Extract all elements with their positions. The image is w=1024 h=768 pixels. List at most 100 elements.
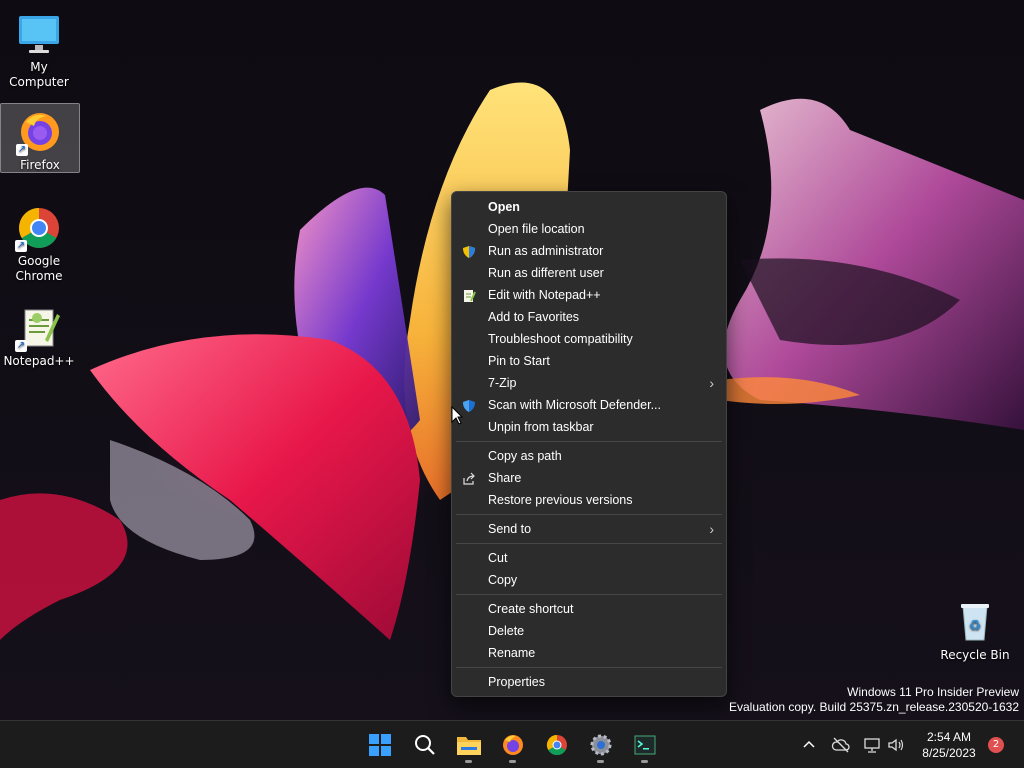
tray-overflow-button[interactable] — [799, 735, 819, 755]
menu-item-label: Properties — [488, 675, 545, 689]
menu-item-run-as-different-user[interactable]: Run as different user — [452, 262, 726, 284]
menu-item-edit-with-notepadpp[interactable]: Edit with Notepad++ — [452, 284, 726, 306]
start-icon — [369, 734, 391, 756]
menu-item-open[interactable]: Open — [452, 196, 726, 218]
chevron-right-icon: › — [709, 375, 714, 391]
desktop-icon-label: Firefox — [20, 158, 60, 172]
menu-item-restore-previous-versions[interactable]: Restore previous versions — [452, 489, 726, 511]
notepadpp-icon: ↗ — [15, 304, 63, 352]
menu-item-run-as-administrator[interactable]: Run as administrator — [452, 240, 726, 262]
menu-item-send-to[interactable]: Send to › — [452, 518, 726, 540]
speaker-icon — [888, 738, 904, 752]
mouse-pointer-icon — [451, 406, 463, 425]
taskbar-firefox[interactable] — [495, 727, 531, 763]
search-button[interactable] — [407, 727, 443, 763]
tray-onedrive[interactable] — [831, 735, 851, 755]
desktop-icon-google-chrome[interactable]: ↗ Google Chrome — [0, 200, 78, 284]
menu-item-label: Copy as path — [488, 449, 562, 463]
menu-item-label: Cut — [488, 551, 508, 565]
windows-watermark: Windows 11 Pro Insider Preview Evaluatio… — [729, 685, 1019, 715]
desktop-icon-notepadpp[interactable]: ↗ Notepad++ — [0, 300, 78, 369]
taskbar-chrome[interactable] — [539, 727, 575, 763]
watermark-edition: Windows 11 Pro Insider Preview — [847, 685, 1019, 699]
settings-icon — [590, 734, 612, 756]
network-icon — [864, 738, 880, 753]
terminal-icon — [634, 735, 656, 755]
taskbar-file-explorer[interactable] — [451, 727, 487, 763]
menu-item-copy[interactable]: Copy — [452, 569, 726, 591]
menu-item-scan-with-defender[interactable]: Scan with Microsoft Defender... — [452, 394, 726, 416]
chevron-up-icon — [803, 740, 815, 748]
menu-item-label: Rename — [488, 646, 536, 660]
menu-item-open-file-location[interactable]: Open file location — [452, 218, 726, 240]
desktop-icon-label: Notepad++ — [3, 354, 75, 368]
menu-item-label: Troubleshoot compatibility — [488, 332, 633, 346]
menu-separator — [456, 543, 722, 544]
taskbar-settings[interactable] — [583, 727, 619, 763]
menu-item-share[interactable]: Share — [452, 467, 726, 489]
desktop-icon-firefox[interactable]: ↗ Firefox — [0, 103, 80, 173]
uac-shield-icon — [462, 244, 476, 258]
menu-item-label: Run as different user — [488, 266, 604, 280]
menu-item-delete[interactable]: Delete — [452, 620, 726, 642]
monitor-icon — [15, 10, 63, 58]
menu-item-create-shortcut[interactable]: Create shortcut — [452, 598, 726, 620]
notification-badge[interactable]: 2 — [988, 737, 1004, 753]
file-explorer-icon — [457, 737, 481, 755]
menu-item-label: Share — [488, 471, 522, 485]
menu-item-label: Delete — [488, 624, 525, 638]
menu-separator — [456, 667, 722, 668]
svg-text:♻: ♻ — [969, 618, 982, 634]
shortcut-arrow-icon: ↗ — [16, 144, 28, 156]
taskbar-clock[interactable]: 2:54 AM 8/25/2023 — [912, 729, 986, 761]
menu-separator — [456, 441, 722, 442]
menu-item-label: Unpin from taskbar — [488, 420, 594, 434]
menu-item-label: Open file location — [488, 222, 585, 236]
clock-time: 2:54 AM — [926, 730, 972, 744]
menu-item-label: Edit with Notepad++ — [488, 288, 601, 302]
watermark-build: Evaluation copy. Build 25375.zn_release.… — [729, 700, 1019, 714]
running-indicator — [597, 760, 604, 763]
firefox-icon: ↗ — [16, 108, 64, 156]
menu-item-properties[interactable]: Properties — [452, 671, 726, 693]
menu-item-add-to-favorites[interactable]: Add to Favorites — [452, 306, 726, 328]
chrome-icon — [546, 734, 567, 756]
running-indicator — [509, 760, 516, 763]
taskbar-terminal[interactable] — [627, 727, 663, 763]
start-button[interactable] — [362, 727, 398, 763]
clock-date: 8/25/2023 — [922, 746, 976, 760]
desktop-icon-recycle-bin[interactable]: ♻ Recycle Bin — [936, 594, 1014, 663]
menu-item-cut[interactable]: Cut — [452, 547, 726, 569]
running-indicator — [465, 760, 472, 763]
tray-volume[interactable] — [886, 735, 906, 755]
menu-item-label: Open — [488, 200, 520, 214]
tray-network[interactable] — [862, 735, 882, 755]
running-indicator — [641, 760, 648, 763]
desktop-icon-my-computer[interactable]: My Computer — [0, 6, 78, 90]
menu-item-label: Create shortcut — [488, 602, 574, 616]
menu-item-pin-to-start[interactable]: Pin to Start — [452, 350, 726, 372]
menu-item-troubleshoot-compatibility[interactable]: Troubleshoot compatibility — [452, 328, 726, 350]
search-icon — [415, 735, 435, 755]
defender-icon — [462, 398, 476, 412]
menu-item-rename[interactable]: Rename — [452, 642, 726, 664]
menu-item-7zip[interactable]: 7-Zip › — [452, 372, 726, 394]
menu-separator — [456, 514, 722, 515]
menu-item-label: Add to Favorites — [488, 310, 580, 324]
context-menu: Open Open file location Run as administr… — [451, 191, 727, 697]
menu-item-label: Run as administrator — [488, 244, 604, 258]
shortcut-arrow-icon: ↗ — [15, 340, 27, 352]
menu-item-label: 7-Zip — [488, 376, 517, 390]
chrome-icon: ↗ — [15, 204, 63, 252]
taskbar: 2:54 AM 8/25/2023 2 — [0, 720, 1024, 768]
desktop-icon-label: Google Chrome — [15, 254, 63, 283]
menu-item-label: Scan with Microsoft Defender... — [488, 398, 661, 412]
chevron-right-icon: › — [709, 521, 714, 537]
recycle-bin-icon: ♻ — [951, 598, 999, 646]
menu-separator — [456, 594, 722, 595]
desktop-icon-label: Recycle Bin — [940, 648, 1010, 662]
menu-item-label: Send to — [488, 522, 532, 536]
desktop[interactable]: My Computer ↗ Firefox ↗ Google Chrome ↗ … — [0, 0, 1024, 720]
menu-item-unpin-from-taskbar[interactable]: Unpin from taskbar — [452, 416, 726, 438]
menu-item-copy-as-path[interactable]: Copy as path — [452, 445, 726, 467]
